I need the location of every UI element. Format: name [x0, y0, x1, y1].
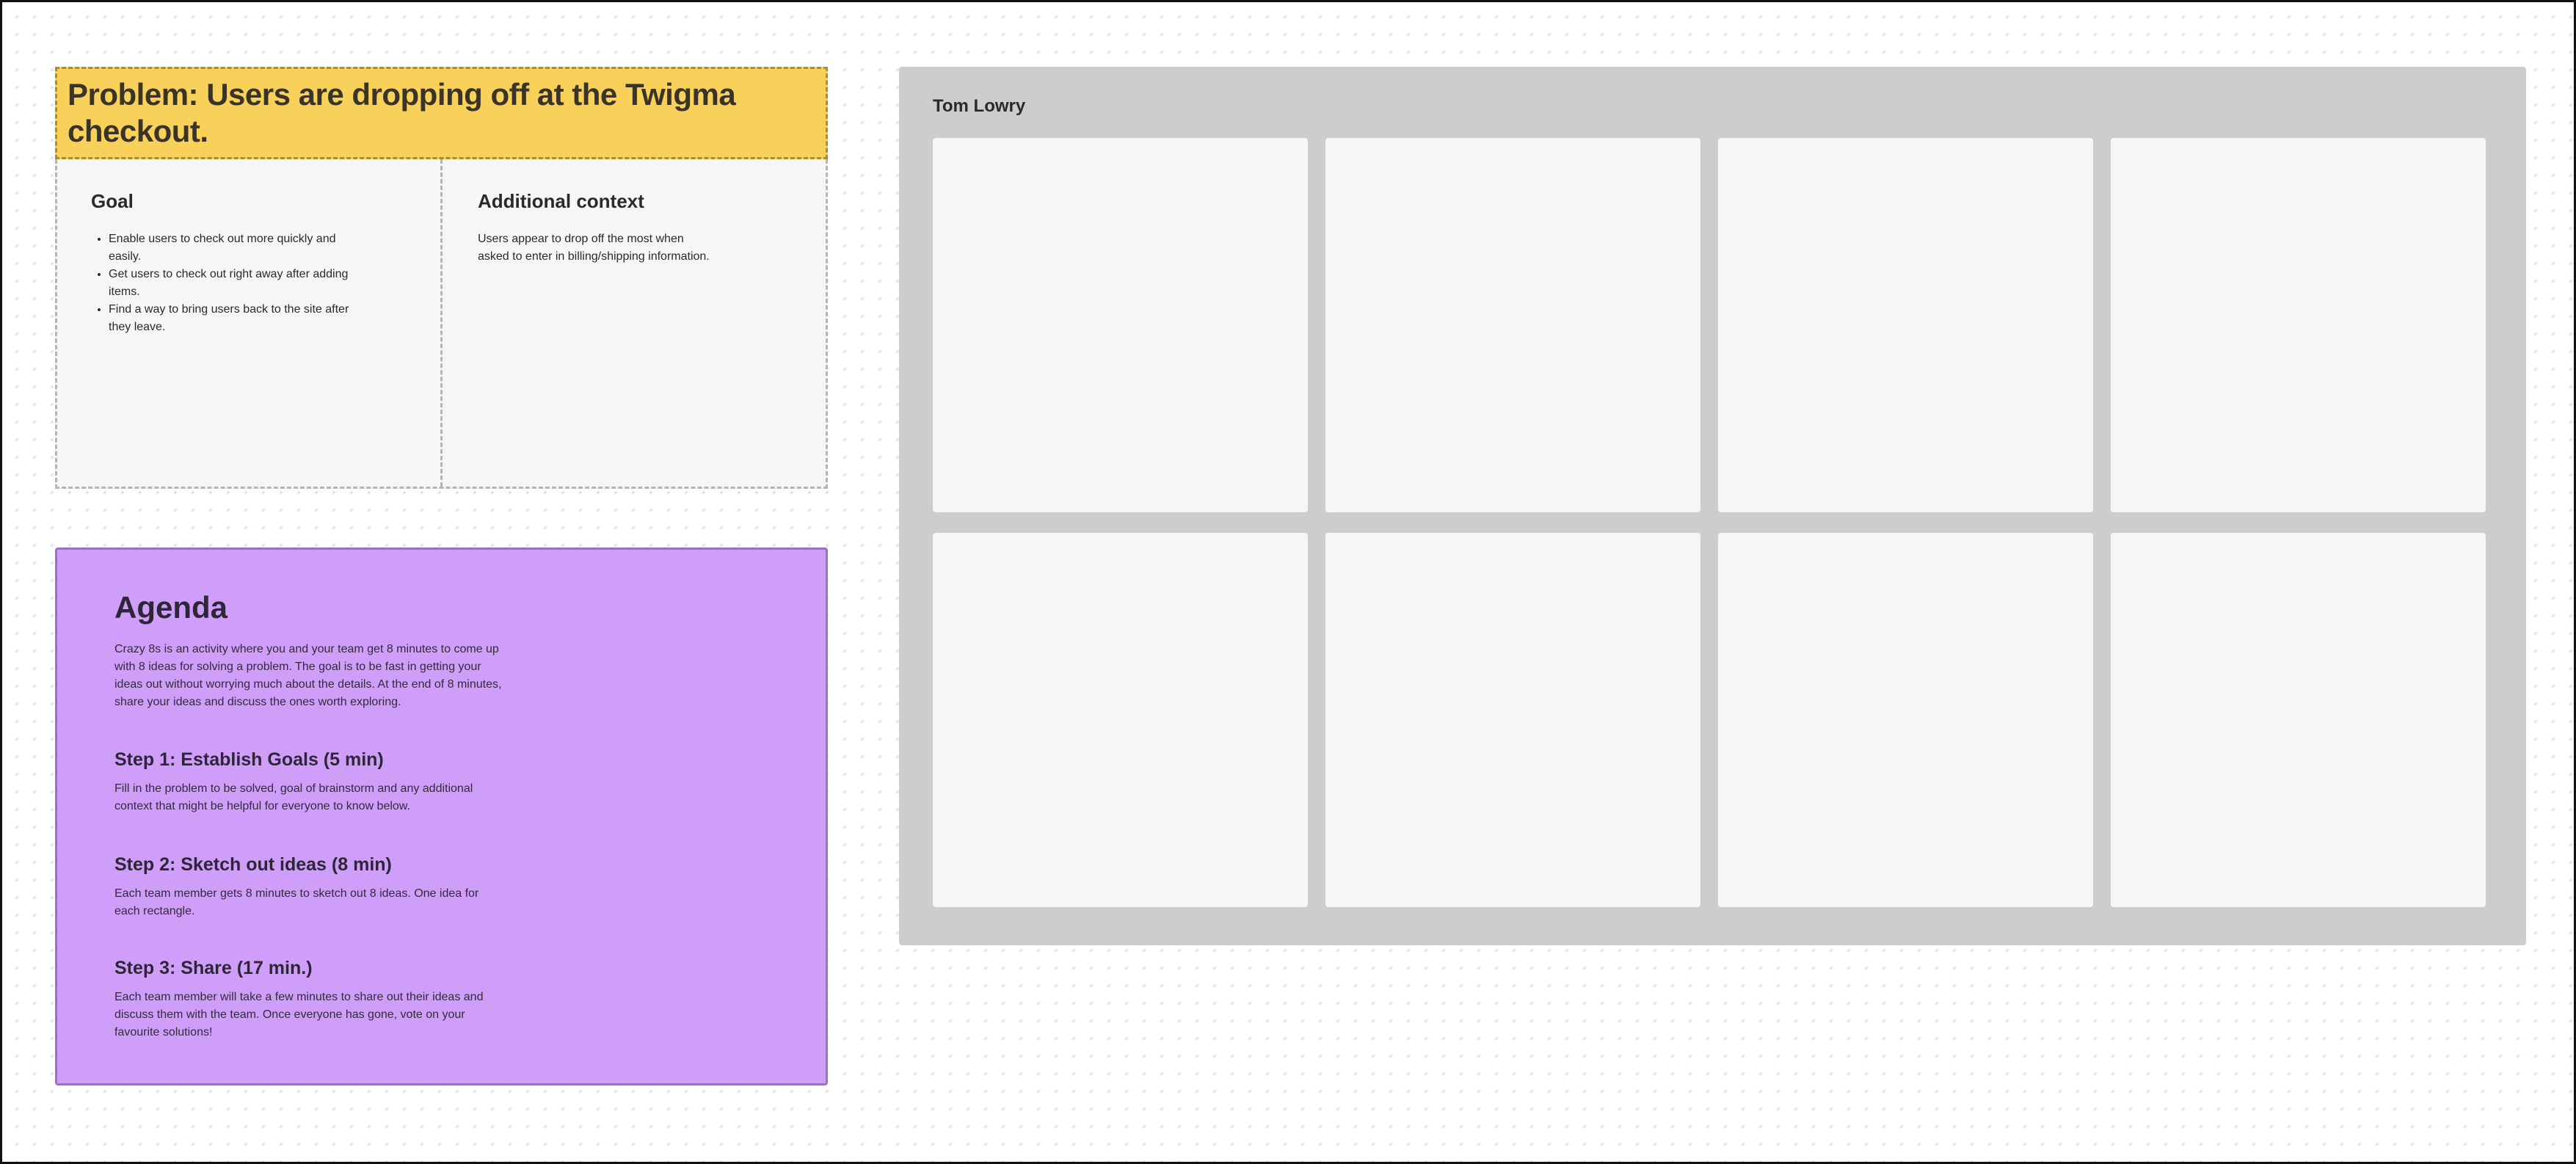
- context-section: Additional context Users appear to drop …: [478, 190, 713, 266]
- goal-list: Enable users to check out more quickly a…: [91, 230, 370, 336]
- context-title: Additional context: [478, 190, 644, 212]
- sketch-cell-4[interactable]: [2111, 138, 2486, 512]
- goal-title: Goal: [91, 190, 134, 212]
- step-title: Step 1: Establish Goals (5 min): [114, 749, 384, 770]
- goal-section: Goal Enable users to check out more quic…: [91, 190, 370, 336]
- agenda-intro-block: Agenda Crazy 8s is an activity where you…: [114, 589, 511, 711]
- agenda-step-1: Step 1: Establish Goals (5 min) Fill in …: [114, 748, 496, 815]
- sketch-grid: [933, 138, 2486, 907]
- agenda-step-3: Step 3: Share (17 min.) Each team member…: [114, 956, 496, 1041]
- step-title: Step 2: Sketch out ideas (8 min): [114, 854, 392, 875]
- sketch-cell-6[interactable]: [1325, 533, 1700, 907]
- step-text: Fill in the problem to be solved, goal o…: [114, 782, 473, 812]
- agenda-card[interactable]: Agenda Crazy 8s is an activity where you…: [55, 548, 828, 1085]
- goal-item: Enable users to check out more quickly a…: [109, 230, 370, 266]
- sketch-cell-2[interactable]: [1325, 138, 1700, 512]
- goal-item: Get users to check out right away after …: [109, 266, 370, 301]
- step-title: Step 3: Share (17 min.): [114, 958, 313, 978]
- board-owner-label: Tom Lowry: [933, 96, 1026, 116]
- sketch-cell-8[interactable]: [2111, 533, 2486, 907]
- context-text: Users appear to drop off the most when a…: [478, 233, 710, 263]
- step-text: Each team member will take a few minutes…: [114, 991, 484, 1038]
- step-text: Each team member gets 8 minutes to sketc…: [114, 887, 479, 917]
- panel-divider: [440, 159, 443, 487]
- sketch-cell-7[interactable]: [1718, 533, 2093, 907]
- problem-header[interactable]: Problem: Users are dropping off at the T…: [55, 67, 828, 159]
- agenda-step-2: Step 2: Sketch out ideas (8 min) Each te…: [114, 853, 496, 920]
- goal-item: Find a way to bring users back to the si…: [109, 301, 370, 336]
- agenda-title: Agenda: [114, 590, 228, 625]
- sketch-cell-3[interactable]: [1718, 138, 2093, 512]
- brief-panel[interactable]: Goal Enable users to check out more quic…: [55, 159, 828, 489]
- sketch-cell-5[interactable]: [933, 533, 1308, 907]
- agenda-intro: Crazy 8s is an activity where you and yo…: [114, 643, 502, 708]
- sketch-cell-1[interactable]: [933, 138, 1308, 512]
- sketch-board[interactable]: Tom Lowry: [899, 67, 2526, 945]
- whiteboard-canvas[interactable]: Problem: Users are dropping off at the T…: [0, 0, 2576, 1164]
